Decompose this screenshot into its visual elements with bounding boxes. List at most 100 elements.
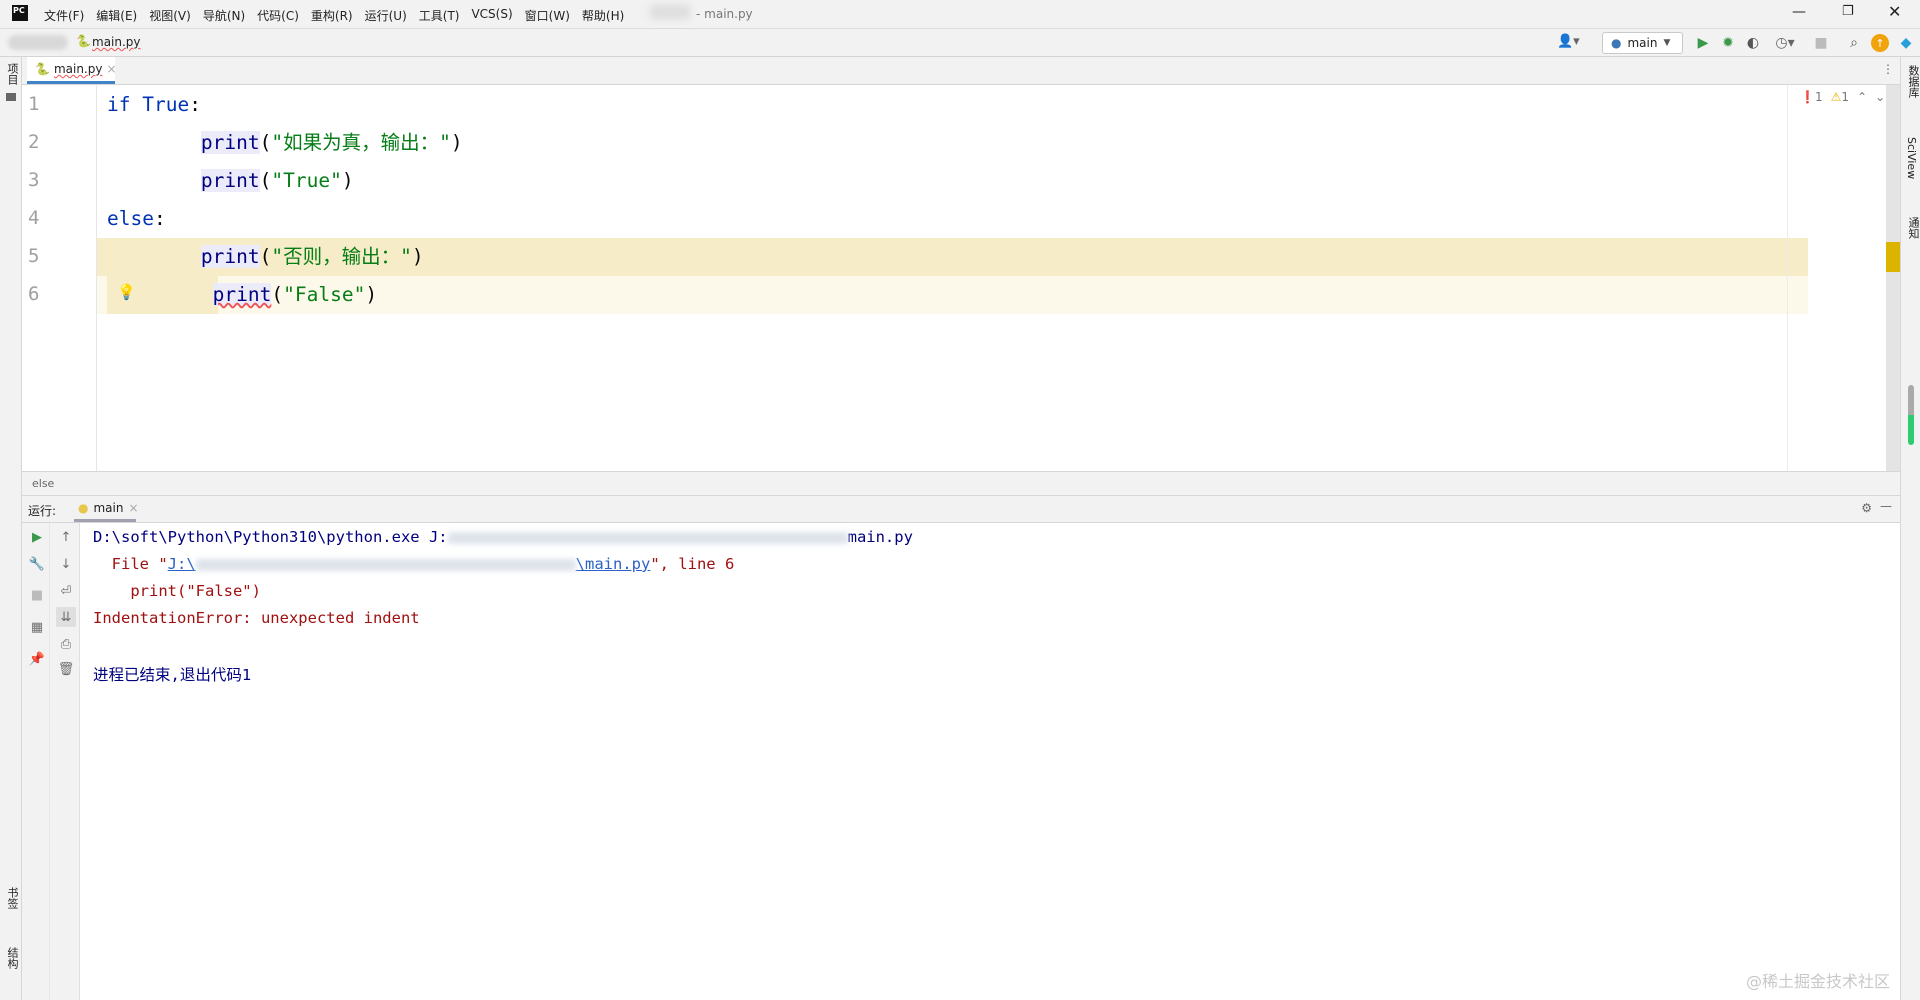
close-button[interactable]: ✕ (1888, 2, 1901, 21)
user-icon[interactable]: 👤▾ (1557, 34, 1580, 49)
code-token: if (107, 93, 143, 116)
blurred-breadcrumb (8, 35, 68, 50)
python-icon: ● (1611, 36, 1622, 50)
wrench-icon[interactable]: 🔧 (27, 554, 47, 574)
menu-item[interactable]: 运行(U) (365, 7, 407, 24)
rerun-icon[interactable]: ▶ (27, 527, 47, 547)
menu-item[interactable]: 帮助(H) (582, 7, 624, 24)
code-token: ( (271, 283, 284, 306)
project-tool-button[interactable]: 项目 (4, 63, 20, 85)
code-line: print("否则，输出：") (107, 238, 424, 276)
code-editor[interactable]: 123456 if True: print("如果为真，输出：") print(… (22, 85, 1900, 471)
next-issue-icon[interactable]: ⌄ (1875, 90, 1885, 104)
console-code-line: print("False") (93, 582, 261, 600)
lightbulb-icon[interactable]: 💡 (117, 283, 136, 301)
prev-issue-icon[interactable]: ⌃ (1857, 90, 1867, 104)
watermark: @稀土掘金技术社区 (1745, 972, 1890, 991)
line-number: 3 (28, 169, 40, 191)
code-token: ( (259, 245, 272, 268)
menu-item[interactable]: 视图(V) (149, 7, 191, 24)
menu-item[interactable]: 代码(C) (257, 7, 299, 24)
python-file-icon: 🐍 (76, 34, 91, 48)
layout-icon[interactable]: ▦ (27, 617, 47, 637)
close-tab-icon[interactable]: × (106, 62, 116, 76)
toolbox-icon[interactable]: ◆ (1897, 34, 1915, 52)
menu-item[interactable]: 工具(T) (419, 7, 460, 24)
line-number: 2 (28, 131, 40, 153)
code-line: print("False") (107, 276, 377, 314)
update-icon[interactable]: ↑ (1871, 34, 1889, 52)
run-config-select[interactable]: ● main ▼ (1602, 32, 1683, 54)
code-token: : (189, 93, 201, 116)
code-token: "False" (283, 283, 366, 306)
warning-icon: ⚠ (1830, 90, 1842, 104)
right-tool-strip: 数据库 SciView 通知 (1900, 57, 1920, 1000)
console-output[interactable]: D:\soft\Python\Python310\python.exe J: ma… (80, 523, 1900, 1000)
menu-item[interactable]: 重构(R) (311, 7, 353, 24)
stop-icon[interactable]: ■ (27, 585, 47, 605)
pin-icon[interactable]: 📌 (27, 649, 47, 669)
tab-main-py[interactable]: 🐍 main.py × (27, 57, 117, 84)
more-options-icon[interactable]: ⋮ (1882, 62, 1894, 76)
profile-icon[interactable]: ◷▾ (1770, 34, 1800, 52)
menu-item[interactable]: VCS(S) (471, 7, 512, 24)
hide-icon[interactable]: — (1880, 499, 1892, 513)
menu-item[interactable]: 窗口(W) (525, 7, 570, 24)
run-icon[interactable]: ▶ (1694, 34, 1712, 52)
up-arrow-icon[interactable]: ↑ (56, 527, 76, 547)
breadcrumb-bar: else (22, 471, 1900, 496)
trash-icon[interactable]: 🗑 (56, 659, 76, 679)
code-token: ) (341, 169, 354, 192)
error-stripe-mark (1886, 242, 1900, 272)
blurred-path (447, 531, 848, 544)
restore-button[interactable]: ❐ (1842, 4, 1854, 19)
code-token: : (153, 207, 166, 230)
error-count: ❗1 (1800, 90, 1823, 104)
console-command-line: D:\soft\Python\Python310\python.exe J: ma… (93, 528, 913, 546)
menu-item[interactable]: 编辑(E) (96, 7, 137, 24)
settings-icon[interactable]: ⚙ (1861, 501, 1872, 515)
error-icon: ❗ (1800, 90, 1815, 104)
stop-icon[interactable]: ■ (1812, 34, 1830, 52)
close-tab-icon[interactable]: × (128, 501, 138, 515)
breadcrumb-else[interactable]: else (32, 477, 54, 490)
database-tool-button[interactable]: 数据库 (1905, 65, 1920, 98)
debug-icon[interactable]: ✹ (1719, 34, 1737, 52)
menu-item[interactable]: 文件(F) (44, 7, 84, 24)
structure-tool-button[interactable]: 结构 (4, 947, 20, 969)
nav-file[interactable]: main.py (92, 35, 141, 49)
bookmarks-tool-button[interactable]: 书签 (4, 887, 20, 909)
code-token: print (200, 169, 260, 192)
search-icon[interactable]: ⌕ (1845, 34, 1863, 52)
left-tool-strip: 项目 书签 结构 (0, 57, 22, 1000)
scroll-to-end-icon[interactable]: ⇊ (56, 607, 76, 627)
code-token: "否则，输出：" (271, 245, 412, 268)
editor-scrollbar[interactable] (1886, 85, 1900, 471)
notifications-tool-button[interactable]: 通知 (1905, 217, 1920, 239)
chevron-down-icon: ▼ (1663, 38, 1671, 48)
menu-item[interactable]: 导航(N) (203, 7, 245, 24)
coverage-icon[interactable]: ◐ (1744, 34, 1762, 52)
run-label: 运行: (28, 504, 57, 518)
line-number: 6 (28, 283, 40, 305)
down-arrow-icon[interactable]: ↓ (56, 554, 76, 574)
sciview-tool-button[interactable]: SciView (1905, 137, 1918, 179)
console-error-line: IndentationError: unexpected indent (93, 609, 420, 627)
code-token: print (212, 283, 272, 306)
main-menu: 文件(F) 编辑(E) 视图(V) 导航(N) 代码(C) 重构(R) 运行(U) 工具(T)… (44, 7, 624, 24)
run-config-label: main (1627, 36, 1658, 50)
print-icon[interactable]: ⎙ (56, 634, 76, 654)
app-logo: PC (12, 5, 28, 21)
inspection-widget[interactable]: ❗1 ⚠1 ⌃ ⌄ (1800, 90, 1885, 104)
python-icon: ● (78, 500, 89, 515)
traceback-file-link[interactable]: J:\ \main.py (168, 555, 651, 573)
folder-icon (6, 93, 16, 101)
memory-indicator (1908, 385, 1914, 445)
code-token: print (200, 131, 260, 154)
minimize-button[interactable]: — (1792, 4, 1806, 20)
soft-wrap-icon[interactable]: ⏎ (56, 581, 76, 601)
code-line: else: (107, 200, 166, 238)
code-token: else (107, 207, 154, 230)
run-tab-main[interactable]: ● main × (74, 496, 139, 522)
